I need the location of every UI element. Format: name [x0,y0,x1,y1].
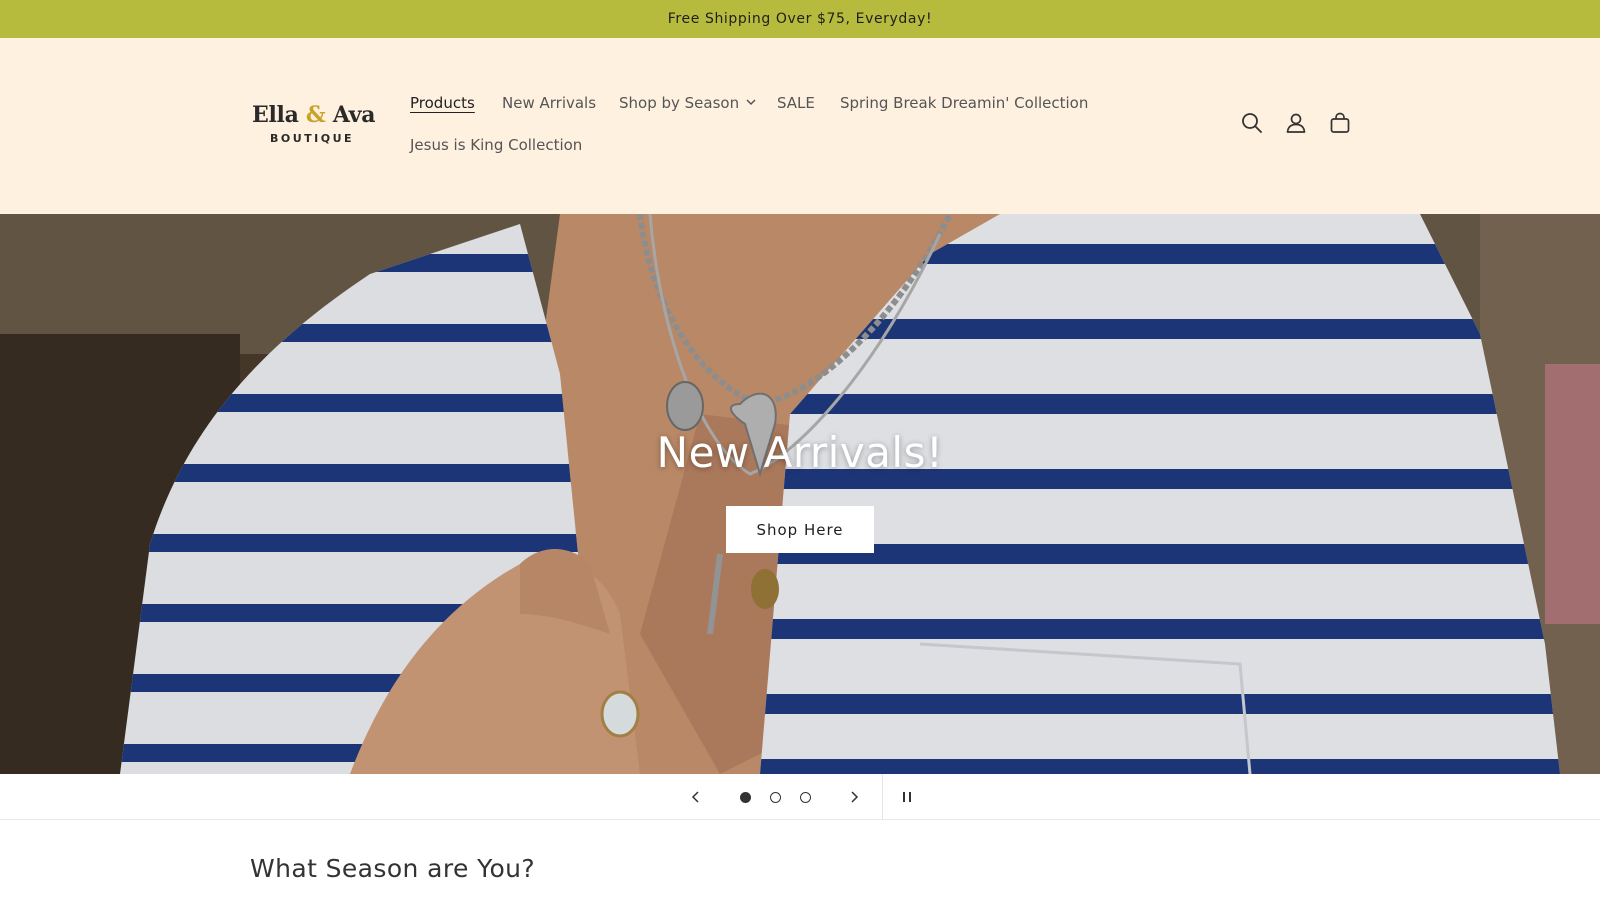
nav-sale[interactable]: SALE [777,94,815,112]
store-logo[interactable]: Ella & Ava BOUTIQUE [252,102,376,145]
chevron-left-icon[interactable] [688,789,704,805]
announcement-bar: Free Shipping Over $75, Everyday! [0,0,1600,38]
hero-image [0,214,1600,774]
announcement-text: Free Shipping Over $75, Everyday! [667,11,933,27]
nav-spring-break-collection[interactable]: Spring Break Dreamin' Collection [840,94,1088,112]
slideshow-controls [0,774,1600,820]
cart-icon[interactable] [1327,110,1353,136]
logo-subtitle: BOUTIQUE [269,132,355,145]
site-header: Ella & Ava BOUTIQUE Products New Arrival… [0,38,1600,214]
search-icon[interactable] [1239,110,1265,136]
section-title: What Season are You? [250,854,536,883]
nav-new-arrivals[interactable]: New Arrivals [502,94,596,112]
slide-dot-2[interactable] [770,792,781,803]
nav-shop-by-season[interactable]: Shop by Season [619,94,739,112]
chevron-right-icon[interactable] [846,789,862,805]
account-icon[interactable] [1283,110,1309,136]
controls-divider [882,774,883,820]
chevron-down-icon[interactable] [745,96,757,108]
slide-dot-1[interactable] [740,792,751,803]
shop-here-button[interactable]: Shop Here [726,506,874,553]
pause-icon[interactable] [899,789,915,805]
hero-slideshow [0,214,1600,774]
nav-jesus-is-king-collection[interactable]: Jesus is King Collection [410,136,582,154]
hero-title: New Arrivals! [656,428,944,477]
slide-dot-3[interactable] [800,792,811,803]
nav-products[interactable]: Products [410,94,475,112]
logo-wordmark: Ella & Ava [252,102,376,128]
